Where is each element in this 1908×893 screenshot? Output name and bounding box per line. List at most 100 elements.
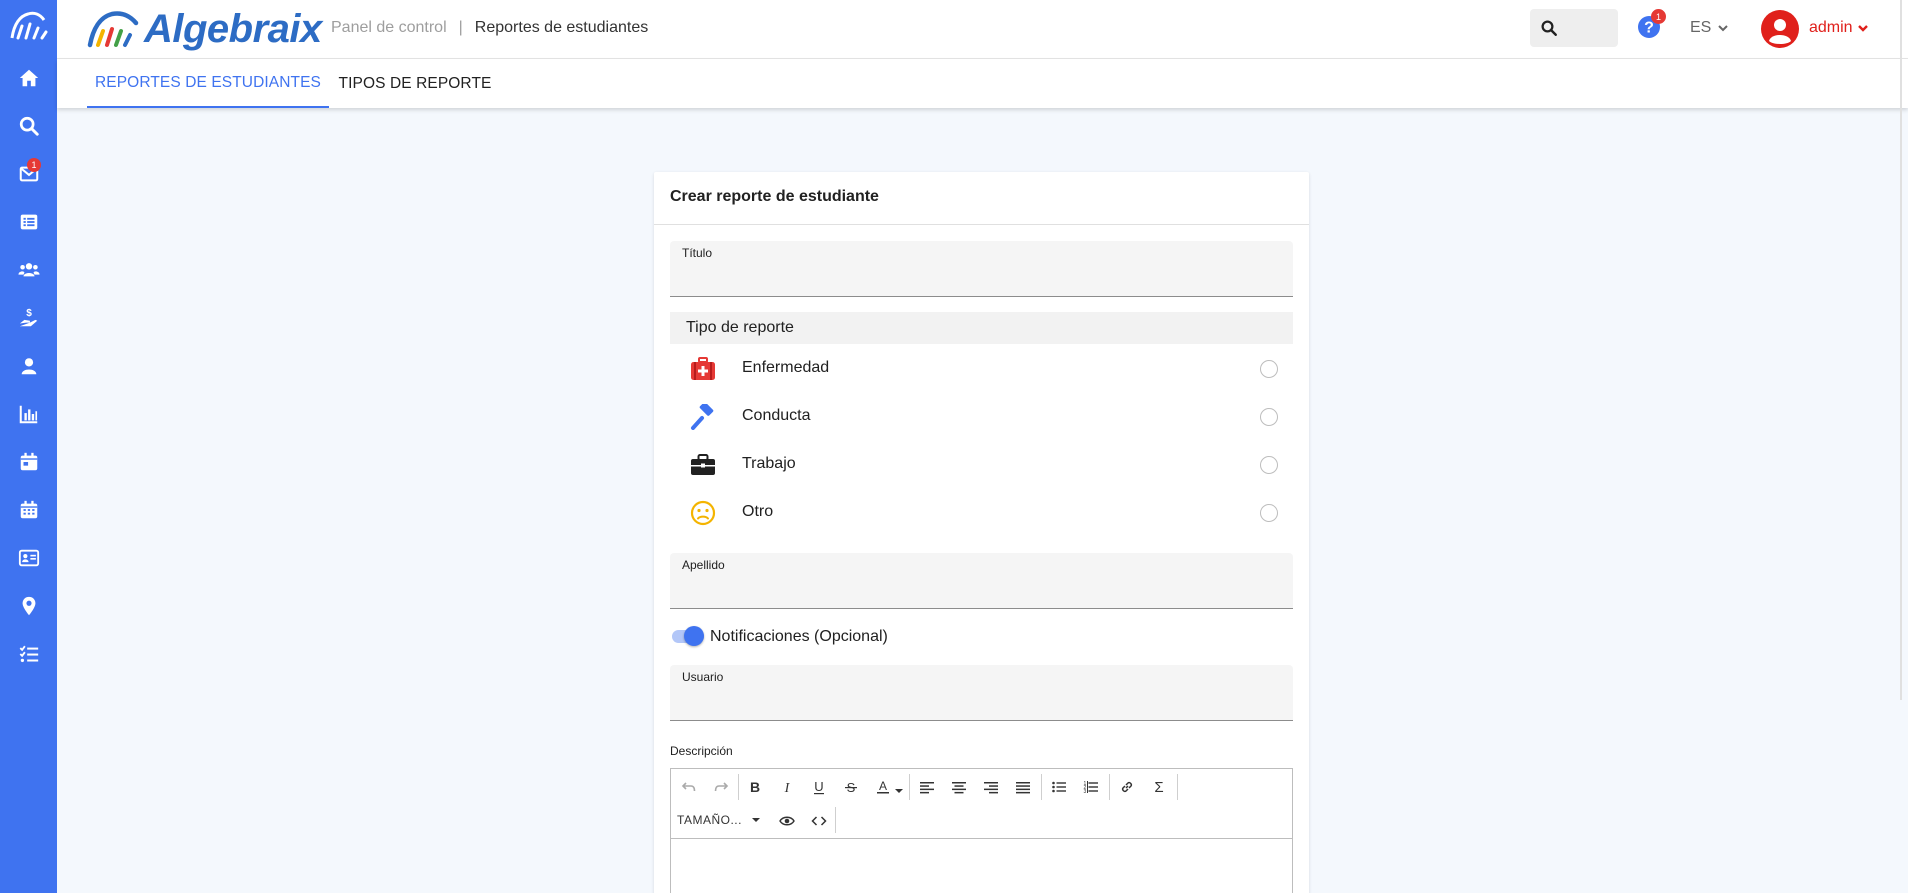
toolbar-separator — [1041, 774, 1042, 800]
language-label: ES — [1690, 19, 1712, 36]
undo-button[interactable] — [677, 775, 701, 799]
report-type-label: Enfermedad — [742, 359, 830, 376]
notifications-toggle[interactable] — [670, 626, 706, 646]
sidebar-item-reports[interactable] — [0, 394, 57, 434]
breadcrumb-dashboard[interactable]: Panel de control — [331, 19, 447, 37]
sidebar-item-students[interactable] — [0, 538, 57, 578]
font-size-label: TAMAÑO... — [677, 813, 742, 827]
user-field[interactable]: Usuario — [670, 665, 1293, 721]
sad-face-icon — [690, 500, 716, 526]
users-icon — [17, 263, 40, 277]
calendar-day-icon — [20, 452, 37, 471]
svg-text:I: I — [784, 781, 791, 795]
tab-student-reports[interactable]: REPORTES DE ESTUDIANTES — [87, 59, 329, 108]
report-type-radio[interactable] — [1260, 456, 1278, 474]
create-report-card: Crear reporte de estudiante Título Tipo … — [654, 172, 1309, 893]
sidebar-item-messages[interactable]: 1 — [0, 154, 57, 194]
header-search-button[interactable] — [1530, 9, 1618, 47]
formula-button[interactable]: Σ — [1147, 775, 1171, 799]
search-icon — [1541, 20, 1557, 36]
strikethrough-button[interactable]: S — [839, 775, 863, 799]
page-scrollbar[interactable] — [1895, 0, 1908, 700]
font-size-select[interactable]: TAMAÑO... — [677, 813, 760, 827]
svg-text:$: $ — [26, 308, 32, 319]
gavel-icon — [691, 404, 714, 430]
text-color-dropdown[interactable] — [893, 775, 905, 799]
sidebar-item-tasks[interactable] — [0, 634, 57, 674]
text-color-icon: A — [877, 779, 889, 794]
sidebar-item-search[interactable] — [0, 106, 57, 146]
calendar-icon — [20, 500, 37, 519]
align-center-button[interactable] — [947, 775, 971, 799]
home-icon — [19, 69, 38, 87]
report-type-radio[interactable] — [1260, 504, 1278, 522]
source-code-button[interactable] — [807, 809, 831, 833]
italic-button[interactable]: I — [775, 775, 799, 799]
align-right-icon — [984, 782, 998, 794]
sidebar-item-calendar[interactable] — [0, 490, 57, 530]
sidebar-item-list[interactable] — [0, 202, 57, 242]
report-type-option-other[interactable]: Otro — [670, 488, 1293, 536]
italic-icon: I — [784, 781, 791, 795]
text-color-button[interactable]: A — [871, 775, 895, 799]
undo-icon — [681, 782, 696, 792]
svg-text:A: A — [879, 779, 887, 793]
briefcase-icon — [691, 454, 715, 475]
report-type-label: Otro — [742, 503, 774, 520]
report-type-radio[interactable] — [1260, 408, 1278, 426]
underline-button[interactable]: U — [807, 775, 831, 799]
chevron-down-icon — [1857, 25, 1868, 32]
bullet-list-button[interactable] — [1047, 775, 1071, 799]
sidebar-item-home[interactable] — [0, 58, 57, 98]
align-center-icon — [952, 782, 966, 794]
last-name-input[interactable] — [682, 577, 1280, 601]
numbered-list-button[interactable]: 123 — [1079, 775, 1103, 799]
preview-button[interactable] — [775, 809, 799, 833]
language-selector[interactable]: ES — [1690, 19, 1729, 37]
title-input[interactable] — [682, 265, 1280, 289]
toolbar-separator — [738, 774, 739, 800]
report-type-option-conduct[interactable]: Conducta — [670, 392, 1293, 440]
bold-button[interactable]: B — [743, 775, 767, 799]
breadcrumb: Panel de control | Reportes de estudiant… — [331, 19, 648, 37]
tabs-bar: REPORTES DE ESTUDIANTES TIPOS DE REPORTE — [57, 59, 1908, 108]
avatar[interactable] — [1761, 10, 1799, 48]
algebraix-logo-icon — [87, 11, 139, 48]
editor-content-area[interactable] — [671, 840, 1292, 893]
title-field[interactable]: Título — [670, 241, 1293, 297]
card-title: Crear reporte de estudiante — [670, 188, 879, 205]
bullet-list-icon — [1052, 781, 1066, 793]
last-name-field[interactable]: Apellido — [670, 553, 1293, 609]
breadcrumb-separator: | — [458, 19, 463, 36]
help-badge: 1 — [1651, 9, 1666, 24]
report-type-radio[interactable] — [1260, 360, 1278, 378]
sidebar-item-profile[interactable] — [0, 346, 57, 386]
tab-report-types[interactable]: TIPOS DE REPORTE — [329, 59, 501, 108]
svg-text:3: 3 — [1084, 789, 1087, 795]
brand-logo[interactable]: Algebraix — [86, 4, 322, 54]
toggle-knob — [684, 626, 704, 646]
sidebar-item-location[interactable] — [0, 586, 57, 626]
report-type-option-illness[interactable]: Enfermedad — [670, 344, 1293, 392]
align-justify-icon — [1016, 782, 1030, 794]
search-icon — [19, 116, 39, 136]
align-right-button[interactable] — [979, 775, 1003, 799]
sidebar-item-groups[interactable] — [0, 250, 57, 290]
username: admin — [1809, 19, 1853, 36]
align-left-button[interactable] — [915, 775, 939, 799]
location-icon — [22, 596, 35, 616]
redo-button[interactable] — [709, 775, 733, 799]
sidebar-item-agenda[interactable] — [0, 442, 57, 482]
report-type-option-work[interactable]: Trabajo — [670, 440, 1293, 488]
align-justify-button[interactable] — [1011, 775, 1035, 799]
user-field-label: Usuario — [682, 670, 724, 684]
card-divider — [654, 224, 1309, 225]
user-input[interactable] — [682, 689, 1280, 713]
svg-text:U: U — [814, 779, 823, 794]
eye-icon — [779, 816, 795, 826]
top-header: Algebraix Panel de control | Reportes de… — [57, 0, 1908, 59]
user-menu[interactable]: admin — [1809, 19, 1869, 37]
sidebar-item-payments[interactable]: $ — [0, 298, 57, 338]
link-button[interactable] — [1115, 775, 1139, 799]
sidebar-logo-icon[interactable] — [4, 6, 52, 46]
